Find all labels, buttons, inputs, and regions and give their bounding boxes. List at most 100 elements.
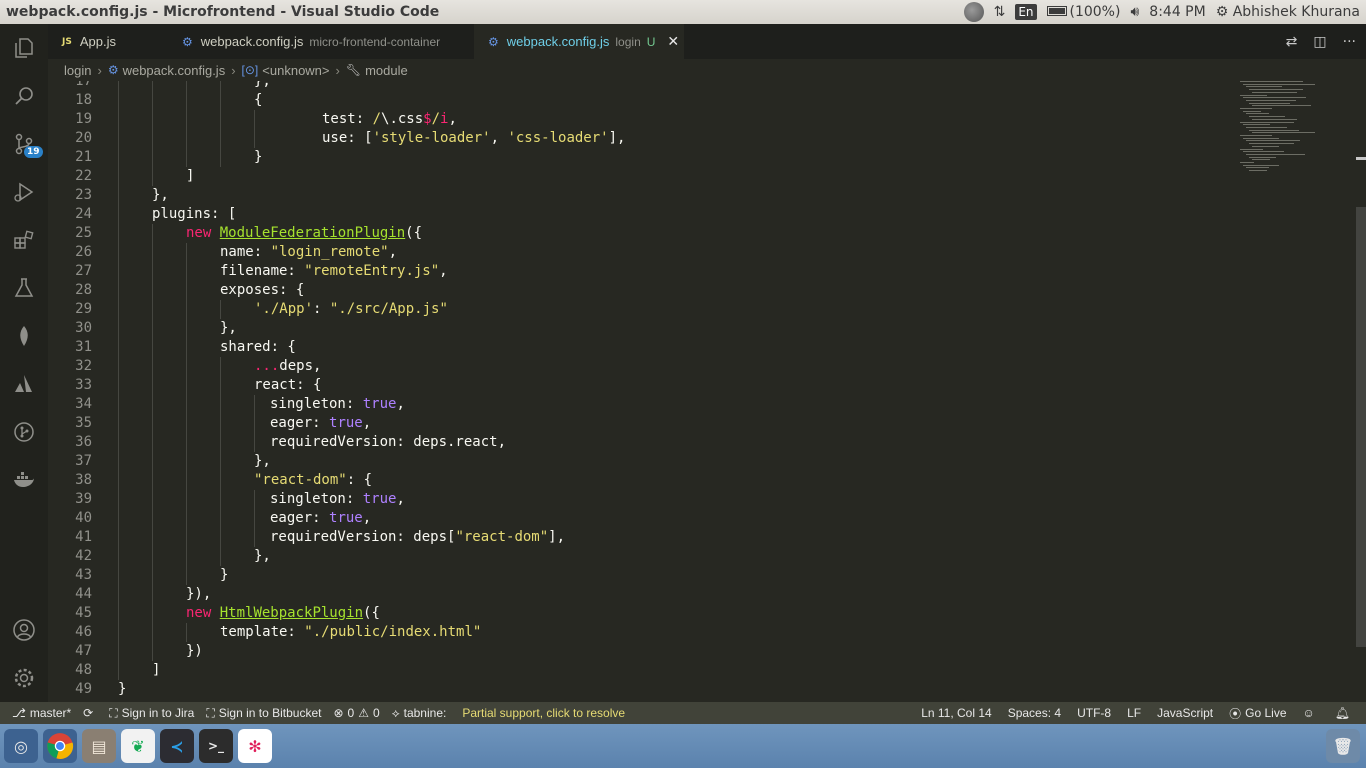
code-line[interactable]: 17},: [48, 81, 1228, 91]
tab-app-js[interactable]: JS App.js: [48, 24, 166, 59]
keyboard-language-badge[interactable]: En: [1015, 4, 1037, 20]
code-line[interactable]: 39 singleton: true,: [48, 490, 1228, 509]
files-manager-icon[interactable]: ▤: [82, 729, 116, 763]
tab-webpack-login[interactable]: ⚙ webpack.config.js login U ✕: [474, 24, 684, 59]
code-line[interactable]: 24 plugins: [: [48, 205, 1228, 224]
breadcrumb-file[interactable]: webpack.config.js: [123, 63, 226, 78]
transfer-arrows-icon[interactable]: ⇅: [994, 4, 1006, 20]
end-of-line[interactable]: LF: [1121, 706, 1151, 720]
indent-guide: [254, 129, 255, 148]
compare-changes-icon[interactable]: ⇄: [1286, 34, 1298, 50]
search-button[interactable]: [0, 72, 48, 120]
code-line[interactable]: 36 requiredVersion: deps.react,: [48, 433, 1228, 452]
ubuntu-home-icon[interactable]: ◎: [4, 729, 38, 763]
vscode-icon[interactable]: ≺: [160, 729, 194, 763]
code-line[interactable]: 44}),: [48, 585, 1228, 604]
network-globe-icon[interactable]: [963, 2, 984, 22]
battery-indicator[interactable]: (100%): [1046, 4, 1120, 20]
code-line[interactable]: 46 template: "./public/index.html": [48, 623, 1228, 642]
code-line[interactable]: 30},: [48, 319, 1228, 338]
vertical-scrollbar[interactable]: [1356, 207, 1366, 647]
ubuntu-launcher: ◎ ▤ ❦ ≺ >_ ✻ 🗑︎: [0, 724, 1366, 768]
code-line[interactable]: 21}: [48, 148, 1228, 167]
code-line[interactable]: 20 use: ['style-loader', 'css-loader'],: [48, 129, 1228, 148]
code-line[interactable]: 49}: [48, 680, 1228, 699]
indent-guide: [152, 471, 153, 490]
indent-guide: [186, 81, 187, 91]
code-line[interactable]: 38 "react-dom": {: [48, 471, 1228, 490]
line-number: 21: [75, 149, 92, 165]
breadcrumb-module[interactable]: module: [365, 63, 408, 78]
notifications-button[interactable]: 🔔︎: [1325, 706, 1366, 720]
code-line[interactable]: 31 shared: {: [48, 338, 1228, 357]
activity-bar: 19: [0, 24, 48, 702]
source-control-button[interactable]: 19: [0, 120, 48, 168]
code-line[interactable]: 48]: [48, 661, 1228, 680]
code-line[interactable]: 27 filename: "remoteEntry.js",: [48, 262, 1228, 281]
code-line[interactable]: 29 './App': "./src/App.js": [48, 300, 1228, 319]
indent-guide: [186, 547, 187, 566]
volume-icon[interactable]: 🔊︎: [1130, 4, 1139, 20]
feedback-button[interactable]: ☺: [1293, 706, 1325, 720]
code-line[interactable]: 45 new HtmlWebpackPlugin({: [48, 604, 1228, 623]
code-line[interactable]: 28 exposes: {: [48, 281, 1228, 300]
testing-button[interactable]: [0, 264, 48, 312]
line-number: 49: [75, 681, 92, 697]
minimap[interactable]: [1236, 81, 1356, 181]
slack-icon[interactable]: ✻: [238, 729, 272, 763]
run-debug-button[interactable]: [0, 168, 48, 216]
docker-button[interactable]: [0, 456, 48, 504]
branch-indicator[interactable]: ⎇ master*: [0, 706, 77, 720]
code-editor[interactable]: 17}, 18{19 test: /\.css$/i, 20 use: ['style-…: [48, 81, 1366, 702]
code-line[interactable]: 23},: [48, 186, 1228, 205]
more-actions-icon[interactable]: ···: [1343, 34, 1356, 50]
user-menu[interactable]: ⚙ Abhishek Khurana: [1216, 4, 1360, 20]
code-line[interactable]: 18 {: [48, 91, 1228, 110]
code-line[interactable]: 34 singleton: true,: [48, 395, 1228, 414]
code-line[interactable]: 19 test: /\.css$/i,: [48, 110, 1228, 129]
code-line[interactable]: 35 eager: true,: [48, 414, 1228, 433]
sync-button[interactable]: ⟳: [77, 706, 103, 720]
code-line[interactable]: 43}: [48, 566, 1228, 585]
terminal-icon[interactable]: >_: [199, 729, 233, 763]
git-graph-button[interactable]: [0, 408, 48, 456]
problems-indicator[interactable]: ⊗ 0 ⚠ 0: [327, 706, 385, 720]
code-line[interactable]: 40 eager: true,: [48, 509, 1228, 528]
mongodb-compass-icon[interactable]: ❦: [121, 729, 155, 763]
atlassian-button[interactable]: [0, 360, 48, 408]
code-line[interactable]: 47}): [48, 642, 1228, 661]
code-line[interactable]: 42},: [48, 547, 1228, 566]
clock[interactable]: 8:44 PM: [1149, 4, 1205, 20]
go-live-button[interactable]: ⦿ Go Live: [1223, 705, 1292, 722]
split-editor-icon[interactable]: ◫: [1313, 34, 1326, 50]
chrome-icon[interactable]: [43, 729, 77, 763]
mongodb-button[interactable]: [0, 312, 48, 360]
line-number: 47: [75, 643, 92, 659]
bell-icon: 🔔︎: [1334, 706, 1350, 720]
explorer-button[interactable]: [0, 24, 48, 72]
indentation[interactable]: Spaces: 4: [1002, 706, 1071, 720]
code-line[interactable]: 32 ...deps,: [48, 357, 1228, 376]
trash-icon[interactable]: 🗑︎: [1326, 729, 1360, 763]
code-line[interactable]: 22]: [48, 167, 1228, 186]
cursor-position[interactable]: Ln 11, Col 14: [915, 706, 1002, 720]
accounts-button[interactable]: [0, 606, 48, 654]
bitbucket-sign-in[interactable]: ⛶ Sign in to Bitbucket: [200, 706, 327, 721]
close-icon[interactable]: ✕: [667, 33, 679, 50]
tab-webpack-container[interactable]: ⚙ webpack.config.js micro-frontend-conta…: [166, 24, 474, 59]
code-line[interactable]: 37},: [48, 452, 1228, 471]
extensions-button[interactable]: [0, 216, 48, 264]
tabnine-message[interactable]: Partial support, click to resolve: [452, 706, 631, 720]
code-line[interactable]: 26 name: "login_remote",: [48, 243, 1228, 262]
encoding[interactable]: UTF-8: [1071, 706, 1121, 720]
code-text: new HtmlWebpackPlugin({: [186, 605, 380, 621]
breadcrumb-symbol[interactable]: <unknown>: [262, 63, 329, 78]
code-line[interactable]: 41 requiredVersion: deps["react-dom"],: [48, 528, 1228, 547]
code-line[interactable]: 25 new ModuleFederationPlugin({: [48, 224, 1228, 243]
language-mode[interactable]: JavaScript: [1151, 706, 1223, 720]
code-line[interactable]: 33 react: {: [48, 376, 1228, 395]
manage-button[interactable]: [0, 654, 48, 702]
jira-sign-in[interactable]: ⛶ Sign in to Jira: [103, 706, 200, 721]
tabnine-indicator[interactable]: ⟡ tabnine:: [386, 706, 453, 721]
breadcrumb-folder[interactable]: login: [64, 63, 91, 78]
